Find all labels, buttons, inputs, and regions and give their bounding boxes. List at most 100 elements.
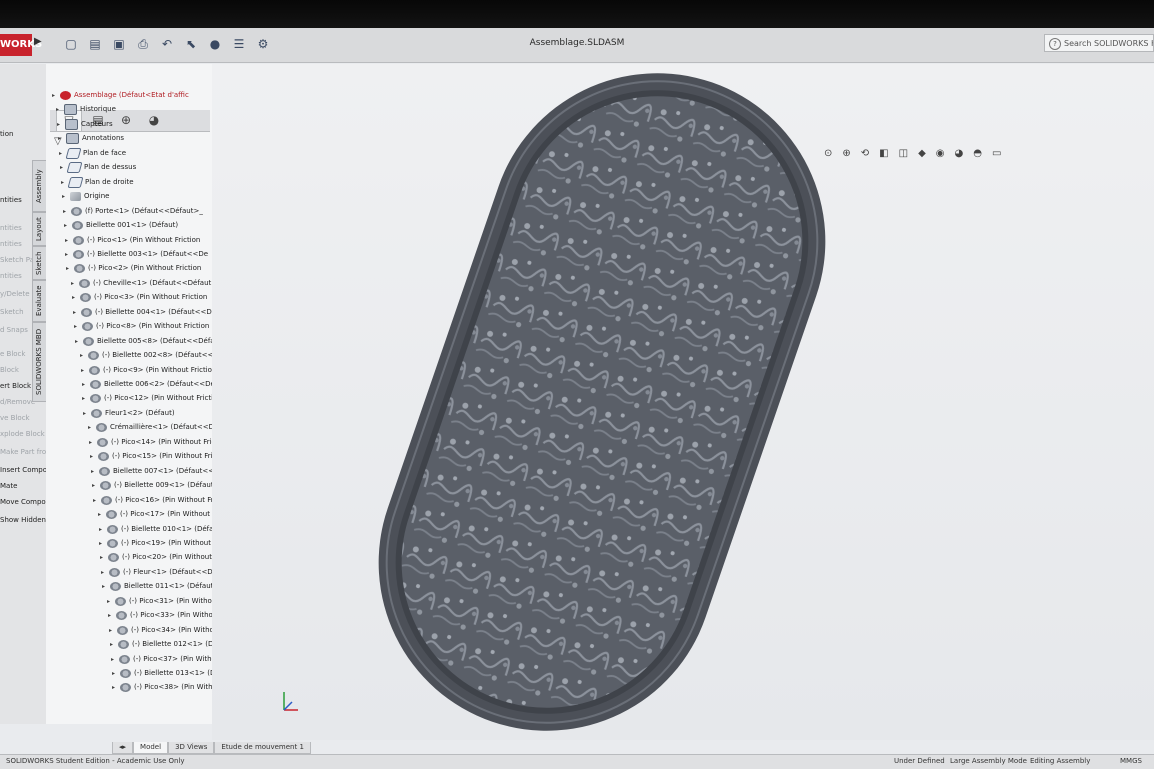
- expand-arrow-icon[interactable]: ▸: [111, 653, 119, 667]
- expand-arrow-icon[interactable]: ▸: [81, 364, 89, 378]
- expand-arrow-icon[interactable]: ▸: [98, 508, 106, 522]
- expand-arrow-icon[interactable]: ▸: [93, 494, 101, 508]
- tree-node[interactable]: ▸ Origine: [62, 189, 109, 203]
- gear-icon: [81, 307, 92, 317]
- expand-arrow-icon[interactable]: ▸: [57, 118, 65, 132]
- tree-node[interactable]: ▸ Historique: [56, 102, 116, 116]
- search-help-field[interactable]: ?Search SOLIDWORKS Help: [1044, 34, 1154, 52]
- gear-icon: [106, 509, 117, 519]
- expand-arrow-icon[interactable]: ▸: [73, 306, 81, 320]
- tree-node[interactable]: ▸ (-) Pico<9> (Pin Without Frictio: [81, 363, 212, 377]
- expand-arrow-icon[interactable]: ▸: [62, 190, 70, 204]
- document-title: Assemblage.SLDASM: [529, 38, 625, 48]
- tree-node[interactable]: ▸ (-) Pico<15> (Pin Without Frictio: [90, 449, 225, 463]
- expand-arrow-icon[interactable]: ▸: [100, 551, 108, 565]
- tree-node-label: (-) Pico<2> (Pin Without Friction: [88, 264, 202, 272]
- graphics-area[interactable]: ⊙ ⊕ ⟲ ◧ ◫ ◆ ◉ ◕ ◓ ▭: [212, 64, 1154, 740]
- expand-arrow-icon[interactable]: ▸: [88, 421, 96, 435]
- tree-node-label: Plan de dessus: [84, 163, 137, 171]
- tree-node[interactable]: ▸ (f) Porte<1> (Défaut<<Défaut>_: [63, 204, 203, 218]
- display-style-icon[interactable]: ◆: [918, 148, 926, 162]
- apply-scene-icon[interactable]: ◓: [973, 148, 982, 162]
- expand-arrow-icon[interactable]: ▸: [65, 234, 73, 248]
- expand-arrow-icon[interactable]: ▸: [66, 262, 74, 276]
- gear-icon: [110, 581, 121, 591]
- tree-node[interactable]: ▸ (-) Pico<1> (Pin Without Friction: [65, 233, 200, 247]
- expand-arrow-icon[interactable]: ▸: [92, 479, 100, 493]
- tree-node[interactable]: ▸ (-) Pico<14> (Pin Without Frictio: [89, 435, 224, 449]
- expand-arrow-icon[interactable]: ▸: [101, 566, 109, 580]
- title-bar: WORKS ▶ ▢ ▤ ▣ ⎙ ↶ ⬉ ● ☰ ⚙ Assemblage.SLD…: [0, 28, 1154, 63]
- expand-arrow-icon[interactable]: ▸: [91, 465, 99, 479]
- tree-node[interactable]: ▸ Biellette 001<1> (Défaut): [64, 218, 178, 232]
- hide-show-icon[interactable]: ◉: [936, 148, 945, 162]
- tree-node[interactable]: ▸ Biellette 005<8> (Défaut<<Défau: [75, 334, 219, 348]
- plane-icon: [67, 176, 84, 188]
- expand-arrow-icon[interactable]: ▸: [89, 436, 97, 450]
- expand-arrow-icon[interactable]: ▸: [82, 392, 90, 406]
- expand-arrow-icon[interactable]: ▸: [99, 523, 107, 537]
- tree-node[interactable]: ▸ (-) Biellette 003<1> (Défaut<<De: [65, 247, 208, 261]
- tree-node[interactable]: ▸ Plan de face: [59, 146, 126, 160]
- expand-arrow-icon[interactable]: ▸: [52, 89, 60, 103]
- units-status[interactable]: MMGS: [1120, 755, 1142, 768]
- expand-arrow-icon[interactable]: ▸: [65, 248, 73, 262]
- zoom-to-fit-icon[interactable]: ⊙: [824, 148, 832, 162]
- editing-status: Editing Assembly: [1030, 757, 1091, 765]
- gear-icon: [73, 249, 84, 259]
- tree-node[interactable]: ▸ Plan de droite: [61, 175, 134, 189]
- expand-arrow-icon[interactable]: ▸: [109, 624, 117, 638]
- tree-node[interactable]: ▸ Biellette 006<2> (Défaut<<Défau: [82, 377, 226, 391]
- edit-appearance-icon[interactable]: ◕: [955, 148, 964, 162]
- expand-arrow-icon[interactable]: ▸: [71, 277, 79, 291]
- tree-node-label: Fleur1<2> (Défaut): [105, 409, 175, 417]
- expand-arrow-icon[interactable]: ▸: [108, 609, 116, 623]
- tab-motion-study[interactable]: Etude de mouvement 1: [214, 742, 311, 754]
- tree-node[interactable]: ▸ Crémaillière<1> (Défaut<<Défau: [88, 420, 230, 434]
- tab-nav-arrows[interactable]: ◂▸: [112, 742, 134, 754]
- tree-node[interactable]: ▸ (-) Pico<8> (Pin Without Friction: [74, 319, 209, 333]
- tree-node[interactable]: ▸ Plan de dessus: [60, 160, 136, 174]
- expand-arrow-icon[interactable]: ▸: [64, 219, 72, 233]
- expand-arrow-icon[interactable]: ▸: [74, 320, 82, 334]
- previous-view-icon[interactable]: ⟲: [861, 148, 869, 162]
- help-icon: ?: [1049, 38, 1061, 50]
- expand-arrow-icon[interactable]: ▸: [56, 103, 64, 117]
- tree-root-assembly[interactable]: ▸ Assemblage (Défaut<Etat d'affic: [52, 88, 189, 102]
- large-assembly-mode-status: Large Assembly Mode: [950, 757, 1027, 765]
- expand-arrow-icon[interactable]: ▸: [99, 537, 107, 551]
- expand-arrow-icon[interactable]: ▸: [90, 450, 98, 464]
- expand-arrow-icon[interactable]: ▸: [107, 595, 115, 609]
- tree-node[interactable]: ▸ (-) Pico<12> (Pin Without Frictio: [82, 391, 217, 405]
- tree-node[interactable]: ▸ Fleur1<2> (Défaut): [83, 406, 175, 420]
- tree-node[interactable]: ▸ Capteurs: [57, 117, 113, 131]
- gear-icon: [108, 552, 119, 562]
- tab-model[interactable]: Model: [133, 742, 169, 754]
- tab-3d-views[interactable]: 3D Views: [168, 742, 215, 754]
- tree-node[interactable]: ▸ (-) Pico<2> (Pin Without Friction: [66, 261, 201, 275]
- expand-arrow-icon[interactable]: ▸: [58, 132, 66, 146]
- expand-arrow-icon[interactable]: ▸: [102, 580, 110, 594]
- view-settings-icon[interactable]: ▭: [992, 148, 1001, 162]
- section-view-icon[interactable]: ◧: [879, 148, 888, 162]
- expand-arrow-icon[interactable]: ▸: [110, 638, 118, 652]
- expand-arrow-icon[interactable]: ▸: [82, 378, 90, 392]
- tree-node[interactable]: ▸ (-) Cheville<1> (Défaut<<Défaut: [71, 276, 211, 290]
- expand-arrow-icon[interactable]: ▸: [83, 407, 91, 421]
- tree-node[interactable]: ▸ (-) Pico<16> (Pin Without Frictio: [93, 493, 228, 507]
- model-shoe-sole[interactable]: [212, 64, 1154, 740]
- expand-arrow-icon[interactable]: ▸: [80, 349, 88, 363]
- view-orientation-icon[interactable]: ◫: [899, 148, 908, 162]
- tree-node[interactable]: ▸ (-) Pico<3> (Pin Without Friction: [72, 290, 207, 304]
- tree-node[interactable]: ▸ Annotations: [58, 131, 124, 145]
- expand-arrow-icon[interactable]: ▸: [75, 335, 83, 349]
- expand-arrow-icon[interactable]: ▸: [72, 291, 80, 305]
- expand-arrow-icon[interactable]: ▸: [112, 667, 120, 681]
- tree-node[interactable]: ▸ (-) Biellette 004<1> (Défaut<<De: [73, 305, 216, 319]
- tree-node[interactable]: ▸ (-) Biellette 002<8> (Défaut<<De: [80, 348, 223, 362]
- expand-arrow-icon[interactable]: ▸: [63, 205, 71, 219]
- expand-arrow-icon[interactable]: ▸: [112, 681, 120, 695]
- zoom-area-icon[interactable]: ⊕: [842, 148, 850, 162]
- gear-icon: [116, 610, 127, 620]
- gear-icon: [96, 422, 107, 432]
